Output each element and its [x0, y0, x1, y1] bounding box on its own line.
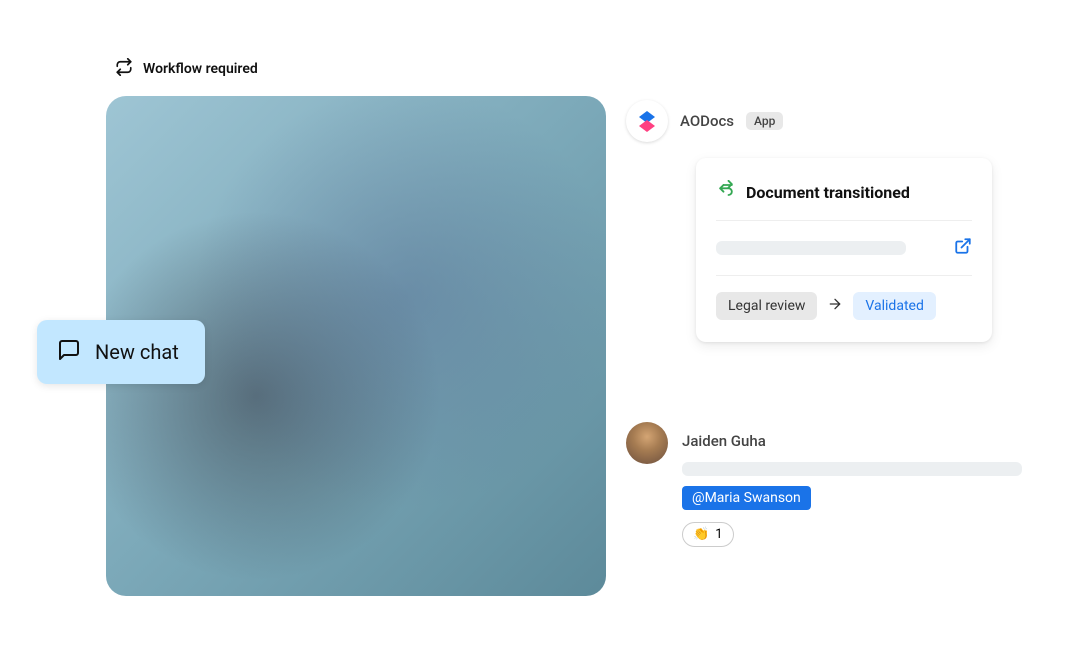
card-header: Document transitioned [716, 180, 972, 221]
clap-emoji-icon: 👏 [693, 527, 709, 542]
document-transitioned-card: Document transitioned Legal review Valid… [696, 158, 992, 342]
app-name: AODocs [680, 112, 734, 130]
external-link-icon[interactable] [954, 237, 972, 259]
placeholder-text [716, 241, 906, 255]
chat-icon [57, 338, 81, 366]
new-chat-label: New chat [95, 340, 179, 364]
app-tag-badge: App [746, 112, 783, 130]
message-placeholder [682, 462, 1022, 476]
reaction-count: 1 [715, 527, 722, 542]
status-row: Legal review Validated [716, 276, 972, 320]
app-header: AODocs App [626, 100, 783, 142]
status-to-chip: Validated [853, 292, 935, 320]
message-author: Jaiden Guha [682, 432, 1046, 450]
reaction-pill[interactable]: 👏 1 [682, 522, 734, 547]
workflow-required-label: Workflow required [143, 61, 258, 77]
new-chat-button[interactable]: New chat [37, 320, 205, 384]
workflow-icon [115, 58, 133, 80]
mention-chip[interactable]: @Maria Swanson [682, 486, 811, 510]
status-from-chip: Legal review [716, 292, 817, 320]
chat-message: Jaiden Guha @Maria Swanson 👏 1 [626, 422, 1046, 547]
card-title: Document transitioned [746, 183, 910, 202]
transition-icon [716, 180, 736, 204]
arrow-right-icon [827, 296, 843, 316]
workflow-required-header: Workflow required [115, 58, 258, 80]
aodocs-logo-icon [626, 100, 668, 142]
card-link-row[interactable] [716, 221, 972, 276]
avatar[interactable] [626, 422, 668, 464]
